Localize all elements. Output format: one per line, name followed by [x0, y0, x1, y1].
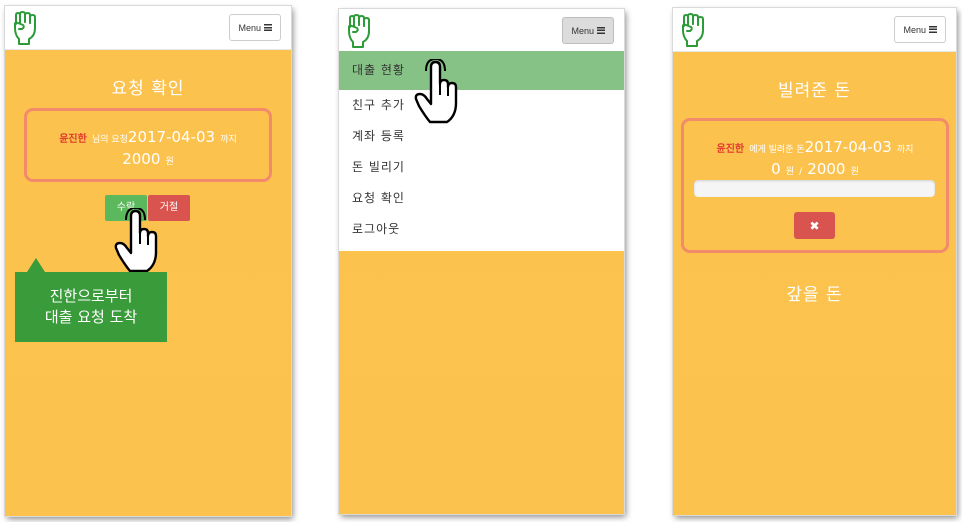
- screen-request-confirm: Menu 요청 확인 윤진한 님의 요청2017-04-03 까지 2000 원…: [5, 6, 291, 516]
- menu-item-register-account[interactable]: 계좌 등록: [339, 121, 624, 152]
- loan-line: 윤진한 에게 빌려준 돈2017-04-03 까지: [684, 137, 946, 156]
- fist-logo-icon[interactable]: [679, 12, 709, 48]
- menu-button[interactable]: Menu: [894, 16, 946, 43]
- hamburger-icon: [264, 24, 272, 31]
- menu-item-logout[interactable]: 로그아웃: [339, 214, 624, 245]
- total-unit: 원: [850, 167, 859, 177]
- menu-item-loan-status[interactable]: 대출 현황: [339, 51, 624, 90]
- fist-logo-icon[interactable]: [345, 13, 375, 49]
- request-suffix: 님의 요청: [91, 135, 128, 145]
- dropdown-menu: 대출 현황 친구 추가 계좌 등록 돈 빌리기 요청 확인 로그아웃: [339, 51, 624, 251]
- pointing-hand-icon: [114, 208, 158, 273]
- navbar: Menu: [673, 8, 956, 52]
- borrower-name: 윤진한: [716, 144, 745, 155]
- pointing-hand-icon: [414, 59, 458, 124]
- screen-lent-money: Menu 빌려준 돈 윤진한 에게 빌려준 돈2017-04-03 까지 0 원…: [673, 8, 956, 515]
- delete-button[interactable]: ✖: [794, 212, 835, 239]
- request-date: 2017-04-03: [127, 128, 216, 146]
- hamburger-icon: [597, 27, 605, 34]
- total-amount: 2000: [807, 160, 846, 178]
- repayment-progress-bar: [694, 180, 935, 197]
- page-title: 요청 확인: [111, 79, 185, 99]
- repay-line: 0 원 / 2000 원: [684, 159, 946, 178]
- notification-tooltip: 진한으로부터 대출 요청 도착: [15, 258, 167, 342]
- paid-amount: 0: [771, 160, 781, 178]
- separator: /: [799, 167, 803, 177]
- fist-logo-icon[interactable]: [11, 10, 41, 46]
- request-amount: 2000: [122, 150, 161, 168]
- loan-suffix: 에게 빌려준 돈: [749, 145, 805, 155]
- loan-until: 까지: [896, 145, 914, 155]
- tooltip-line-2: 대출 요청 도착: [44, 308, 138, 326]
- menu-button[interactable]: Menu: [229, 14, 281, 41]
- request-line: 윤진한 님의 요청2017-04-03 까지: [27, 127, 269, 146]
- paid-unit: 원: [785, 167, 795, 177]
- requester-name: 윤진한: [59, 134, 87, 145]
- request-card: 윤진한 님의 요청2017-04-03 까지 2000 원: [24, 108, 272, 182]
- navbar: Menu: [5, 6, 291, 50]
- loan-date: 2017-04-03: [804, 138, 892, 156]
- times-icon: ✖: [809, 218, 820, 233]
- tooltip-line-1: 진한으로부터: [49, 287, 133, 305]
- navbar: Menu: [339, 9, 624, 53]
- screen-menu-open: Menu 대출 현황 친구 추가 계좌 등록 돈 빌리기 요청 확인 로그아웃: [339, 9, 624, 514]
- section-title: 갚을 돈: [786, 285, 843, 305]
- request-until: 까지: [220, 135, 237, 145]
- page-title: 빌려준 돈: [778, 81, 851, 101]
- menu-item-borrow-money[interactable]: 돈 빌리기: [339, 152, 624, 183]
- menu-label: Menu: [571, 25, 594, 36]
- amount-line: 2000 원: [27, 149, 269, 168]
- menu-item-request-confirm[interactable]: 요청 확인: [339, 183, 624, 214]
- menu-label: Menu: [903, 24, 926, 35]
- menu-item-add-friend[interactable]: 친구 추가: [339, 90, 624, 121]
- menu-button[interactable]: Menu: [562, 17, 614, 44]
- hamburger-icon: [929, 26, 937, 33]
- amount-unit: 원: [165, 157, 174, 167]
- menu-label: Menu: [238, 22, 261, 33]
